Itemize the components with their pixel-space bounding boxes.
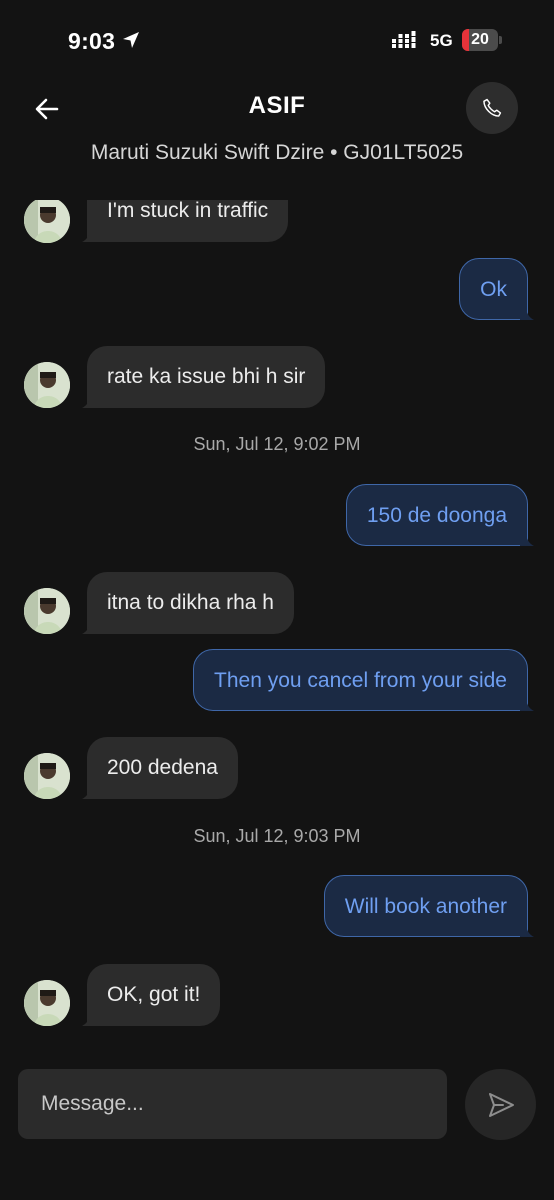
scroll-clip xyxy=(0,170,554,200)
driver-avatar xyxy=(24,753,70,799)
bubble-tail xyxy=(82,620,96,634)
chat-screen: 9:03 5G 20 ASIF Maruti Suzuki Swift Dzir… xyxy=(0,0,554,1200)
message-bubble-outgoing: 150 de doonga xyxy=(345,484,528,546)
message-bubble-outgoing: Will book another xyxy=(323,875,528,937)
send-button[interactable] xyxy=(465,1069,536,1140)
bubble-tail xyxy=(82,785,96,799)
bubble-tail xyxy=(82,1012,96,1026)
message-bubble-incoming: rate ka issue bhi h sir xyxy=(87,346,326,408)
timestamp: Sun, Jul 12, 9:02 PM xyxy=(193,434,361,454)
message-bubble-incoming: 200 dedena xyxy=(87,737,238,799)
timestamp: Sun, Jul 12, 9:03 PM xyxy=(193,826,361,846)
message-list[interactable]: I'm stuck in traffic Ok rate ka issue bh… xyxy=(0,0,554,1200)
message-bubble-incoming: OK, got it! xyxy=(87,964,221,1026)
message-bubble-incoming: itna to dikha rha h xyxy=(87,572,294,634)
message-bubble-outgoing: Ok xyxy=(459,258,528,320)
bubble-tail xyxy=(520,697,534,711)
driver-avatar xyxy=(24,362,70,408)
message-input[interactable] xyxy=(18,1069,447,1139)
driver-avatar xyxy=(24,980,70,1026)
bubble-tail xyxy=(82,394,96,408)
bubble-tail xyxy=(82,228,96,242)
bubble-tail xyxy=(520,532,534,546)
bubble-tail xyxy=(520,923,534,937)
driver-avatar xyxy=(24,588,70,634)
message-bubble-outgoing: Then you cancel from your side xyxy=(193,649,528,711)
bubble-tail xyxy=(520,306,534,320)
driver-avatar xyxy=(24,197,70,243)
send-icon xyxy=(488,1092,514,1117)
